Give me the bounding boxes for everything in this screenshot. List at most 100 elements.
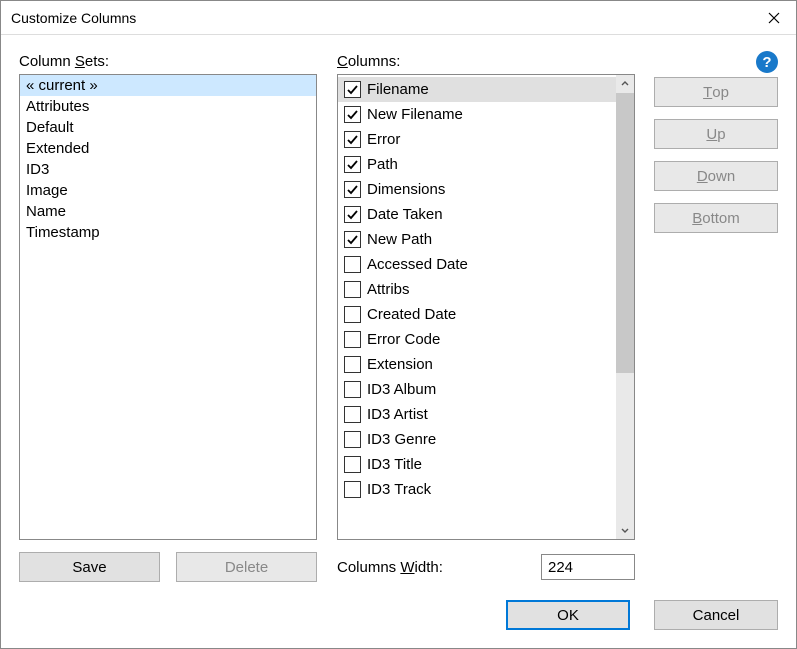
columns-width-input[interactable] [541,554,635,580]
column-checkbox[interactable] [344,256,361,273]
column-sets-label: Column Sets: [19,53,317,70]
help-button[interactable]: ? [756,51,778,73]
column-checkbox[interactable] [344,306,361,323]
scroll-down-button[interactable] [616,521,634,539]
column-item[interactable]: Path [338,152,616,177]
column-checkbox[interactable] [344,281,361,298]
column-checkbox[interactable] [344,381,361,398]
column-set-item[interactable]: Default [20,117,316,138]
column-checkbox[interactable] [344,231,361,248]
column-item-label: Created Date [367,306,456,323]
column-item-label: Error [367,131,400,148]
set-buttons-row: Save Delete [19,552,317,582]
bottom-button[interactable]: Bottom [654,203,778,233]
column-item-label: ID3 Genre [367,431,436,448]
column-checkbox[interactable] [344,156,361,173]
column-item-label: ID3 Album [367,381,436,398]
column-checkbox[interactable] [344,406,361,423]
columns-listbox[interactable]: Filename New Filename Error Path Dimensions D… [337,74,635,540]
column-checkbox[interactable] [344,481,361,498]
column-checkbox[interactable] [344,106,361,123]
column-checkbox[interactable] [344,206,361,223]
cancel-button[interactable]: Cancel [654,600,778,630]
column-item-label: Error Code [367,331,440,348]
column-item-label: Extension [367,356,433,373]
column-item-label: Accessed Date [367,256,468,273]
column-sets-section: Column Sets: « current »AttributesDefaul… [19,53,317,540]
column-item[interactable]: New Path [338,227,616,252]
reorder-section: ? Top Up Down Bottom [655,53,778,540]
up-button[interactable]: Up [654,119,778,149]
column-item[interactable]: Filename [338,77,616,102]
main-row: Column Sets: « current »AttributesDefaul… [19,53,778,540]
column-checkbox[interactable] [344,81,361,98]
dialog-body: Column Sets: « current »AttributesDefaul… [1,35,796,582]
columns-label: Columns: [337,53,635,70]
checkmark-icon [346,133,359,146]
checkmark-icon [346,83,359,96]
titlebar: Customize Columns [1,1,796,35]
dialog-buttons-row: OK Cancel [1,582,796,648]
column-item[interactable]: Error Code [338,327,616,352]
column-checkbox[interactable] [344,181,361,198]
column-item-label: New Path [367,231,432,248]
ok-button[interactable]: OK [506,600,630,630]
column-item[interactable]: Date Taken [338,202,616,227]
column-item-label: Date Taken [367,206,443,223]
column-set-item[interactable]: ID3 [20,159,316,180]
checkmark-icon [346,233,359,246]
under-row: Save Delete Columns Width: [19,552,778,582]
checkmark-icon [346,183,359,196]
column-item[interactable]: ID3 Genre [338,427,616,452]
column-set-item[interactable]: Image [20,180,316,201]
column-item-label: Dimensions [367,181,445,198]
chevron-down-icon [620,525,630,535]
column-item-label: Attribs [367,281,410,298]
column-item[interactable]: Dimensions [338,177,616,202]
column-item-label: Path [367,156,398,173]
column-item[interactable]: ID3 Artist [338,402,616,427]
column-checkbox[interactable] [344,131,361,148]
scroll-thumb[interactable] [616,93,634,373]
column-item[interactable]: Extension [338,352,616,377]
close-icon [768,12,780,24]
checkmark-icon [346,158,359,171]
column-item-label: Filename [367,81,429,98]
column-set-item[interactable]: Attributes [20,96,316,117]
column-item[interactable]: Created Date [338,302,616,327]
save-button[interactable]: Save [19,552,160,582]
delete-button[interactable]: Delete [176,552,317,582]
column-set-item[interactable]: Name [20,201,316,222]
customize-columns-dialog: Customize Columns Column Sets: « current… [0,0,797,649]
column-item-label: ID3 Title [367,456,422,473]
column-set-item[interactable]: « current » [20,75,316,96]
scrollbar[interactable] [616,75,634,539]
column-item[interactable]: Accessed Date [338,252,616,277]
columns-section: Columns: Filename New Filename Error Path Di… [337,53,635,540]
column-item[interactable]: ID3 Album [338,377,616,402]
columns-width-label: Columns Width: [337,559,529,576]
column-set-item[interactable]: Timestamp [20,222,316,243]
checkmark-icon [346,208,359,221]
column-item[interactable]: ID3 Title [338,452,616,477]
column-item[interactable]: New Filename [338,102,616,127]
scroll-up-button[interactable] [616,75,634,93]
column-item[interactable]: ID3 Track [338,477,616,502]
column-checkbox[interactable] [344,431,361,448]
column-set-item[interactable]: Extended [20,138,316,159]
column-checkbox[interactable] [344,456,361,473]
column-item[interactable]: Error [338,127,616,152]
checkmark-icon [346,108,359,121]
column-item-label: ID3 Artist [367,406,428,423]
column-sets-listbox[interactable]: « current »AttributesDefaultExtendedID3I… [19,74,317,540]
chevron-up-icon [620,79,630,89]
column-item-label: ID3 Track [367,481,431,498]
column-item[interactable]: Attribs [338,277,616,302]
column-checkbox[interactable] [344,356,361,373]
down-button[interactable]: Down [654,161,778,191]
column-checkbox[interactable] [344,331,361,348]
top-button[interactable]: Top [654,77,778,107]
window-title: Customize Columns [11,10,136,26]
column-item-label: New Filename [367,106,463,123]
close-button[interactable] [751,1,796,35]
